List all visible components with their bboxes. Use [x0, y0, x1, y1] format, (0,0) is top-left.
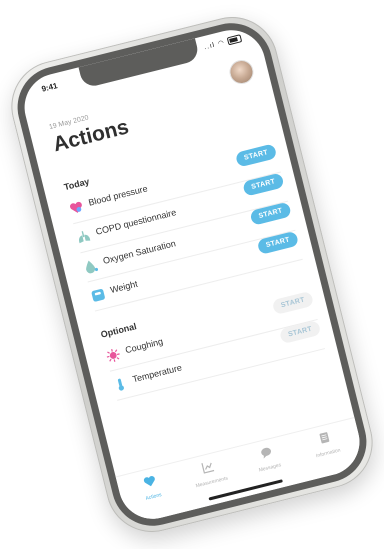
phone-device: 9:41 ..ıl ◠ 19 May 2020 Actions Today Bl…	[1, 7, 383, 542]
chart-tab-icon	[201, 462, 215, 474]
tab-label: Actions	[144, 491, 163, 502]
avatar[interactable]	[226, 57, 257, 87]
scale-icon	[91, 289, 105, 302]
virus-icon	[106, 349, 120, 362]
item-label: Weight	[109, 278, 139, 296]
signal-icon: ..ıl	[203, 41, 217, 52]
tab-label: Information	[315, 447, 342, 460]
start-button[interactable]: START	[234, 143, 278, 168]
item-label: Temperature	[131, 362, 183, 385]
tab-label: Measurements	[195, 475, 229, 490]
tab-information[interactable]: Information	[294, 425, 358, 464]
oxygen-icon	[86, 260, 99, 274]
status-icons: ..ıl ◠	[203, 34, 243, 52]
item-label: Blood pressure	[87, 183, 149, 208]
start-button[interactable]: START	[271, 290, 315, 316]
chat-tab-icon	[261, 447, 272, 459]
phone-screen: 9:41 ..ıl ◠ 19 May 2020 Actions Today Bl…	[17, 23, 367, 526]
tab-actions[interactable]: Actions	[119, 468, 183, 507]
item-label: Coughing	[124, 336, 164, 356]
thermometer-icon	[117, 378, 124, 391]
tab-label: Messages	[258, 462, 282, 474]
tab-measurements[interactable]: Measurements	[177, 454, 241, 493]
heart-tab-icon	[143, 476, 155, 487]
tab-messages[interactable]: Messages	[236, 439, 300, 478]
wifi-icon: ◠	[217, 39, 226, 48]
heart-icon	[70, 201, 82, 213]
doc-tab-icon	[319, 432, 330, 444]
status-time: 9:41	[40, 81, 59, 94]
lungs-icon	[78, 231, 91, 244]
battery-icon	[226, 34, 243, 46]
